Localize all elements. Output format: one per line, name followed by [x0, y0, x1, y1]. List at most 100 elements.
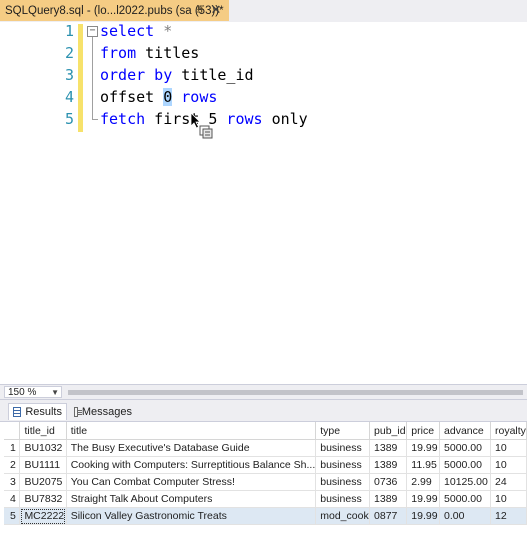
results-table: title_id title type pub_id price advance…: [4, 422, 527, 525]
code-line-2[interactable]: from titles: [100, 44, 199, 62]
table-row[interactable]: 4 BU7832 Straight Talk About Computers b…: [4, 490, 527, 508]
code-text: *: [154, 22, 173, 40]
keyword: rows: [217, 110, 263, 128]
pin-icon[interactable]: ⭿: [193, 3, 207, 17]
table-cell[interactable]: 19.99: [406, 439, 441, 457]
table-row[interactable]: 3 BU2075 You Can Combat Computer Stress!…: [4, 473, 527, 491]
table-cell[interactable]: business: [315, 473, 371, 491]
table-cell[interactable]: 1389: [369, 439, 408, 457]
table-cell[interactable]: BU1032: [19, 439, 67, 457]
code-text: only: [262, 110, 308, 128]
query-tab[interactable]: SQLQuery8.sql - (lo...l2022.pubs (sa (53…: [0, 0, 229, 21]
grid-icon: [13, 407, 22, 417]
table-cell[interactable]: 5000.00: [439, 439, 491, 457]
table-cell[interactable]: business: [315, 456, 371, 474]
change-tracking-bar: [78, 24, 83, 132]
table-cell[interactable]: business: [315, 439, 371, 457]
table-cell[interactable]: 5000.00: [439, 490, 491, 508]
zoom-dropdown[interactable]: 150 % ▼: [4, 386, 62, 398]
column-header[interactable]: advance: [439, 422, 491, 440]
keyword: order by: [100, 66, 173, 84]
table-cell[interactable]: 19.99: [406, 490, 441, 508]
table-cell[interactable]: 19.99: [406, 507, 441, 525]
code-text: offset: [100, 88, 164, 106]
row-number[interactable]: 4: [4, 490, 21, 508]
code-line-1[interactable]: select *: [100, 22, 172, 40]
keyword: select: [100, 22, 155, 40]
keyword: rows: [172, 88, 218, 106]
outline-guide-end: [92, 119, 98, 120]
column-header[interactable]: pub_id: [369, 422, 408, 440]
zoom-bar: 150 % ▼: [0, 384, 527, 400]
row-number[interactable]: 5: [4, 507, 21, 525]
chevron-down-icon: ▼: [51, 388, 59, 397]
results-tab-strip: Results Messages: [0, 400, 527, 422]
table-cell[interactable]: 10125.00: [439, 473, 491, 491]
table-cell[interactable]: 0.00: [439, 507, 491, 525]
code-line-3[interactable]: order by title_id: [100, 66, 254, 84]
table-row[interactable]: 5 MC2222 Silicon Valley Gastronomic Trea…: [4, 507, 527, 525]
tab-messages[interactable]: Messages: [70, 403, 136, 420]
table-cell[interactable]: 0877: [369, 507, 408, 525]
table-cell[interactable]: mod_cook: [315, 507, 371, 525]
table-row[interactable]: 2 BU1111 Cooking with Computers: Surrept…: [4, 456, 527, 474]
query-tab-title: SQLQuery8.sql - (lo...l2022.pubs (sa (53…: [5, 4, 224, 17]
column-header[interactable]: price: [406, 422, 441, 440]
code-text: titles: [136, 44, 200, 62]
column-header[interactable]: type: [315, 422, 371, 440]
row-number[interactable]: 1: [4, 439, 21, 457]
table-cell[interactable]: 10: [490, 456, 527, 474]
column-header[interactable]: royalty: [490, 422, 527, 440]
column-header[interactable]: title_id: [19, 422, 67, 440]
drag-copy-cursor-icon: [190, 112, 213, 139]
column-header[interactable]: [4, 422, 21, 440]
code-text: title_id: [172, 66, 254, 84]
header-row: title_id title type pub_id price advance…: [4, 422, 527, 440]
close-icon[interactable]: ✕: [209, 2, 223, 17]
table-row[interactable]: 1 BU1032 The Busy Executive's Database G…: [4, 439, 527, 457]
table-cell[interactable]: Cooking with Computers: Surreptitious Ba…: [66, 456, 317, 474]
query-editor[interactable]: 1 2 3 4 5 − select * from titles order b…: [0, 22, 527, 383]
tab-results-label: Results: [25, 406, 62, 418]
table-cell[interactable]: Straight Talk About Computers: [66, 490, 317, 508]
table-cell[interactable]: MC2222: [19, 507, 67, 525]
table-cell[interactable]: business: [315, 490, 371, 508]
table-cell[interactable]: BU1111: [19, 456, 67, 474]
table-cell[interactable]: 11.95: [406, 456, 441, 474]
table-cell[interactable]: 24: [490, 473, 527, 491]
line-number: 4: [64, 88, 74, 106]
messages-icon: [74, 406, 82, 417]
tab-messages-label: Messages: [81, 405, 132, 418]
code-text: firs: [145, 110, 191, 128]
horizontal-scrollbar[interactable]: [68, 390, 523, 395]
table-cell[interactable]: 12: [490, 507, 527, 525]
table-cell[interactable]: You Can Combat Computer Stress!: [66, 473, 317, 491]
table-cell[interactable]: 1389: [369, 490, 408, 508]
selected-text: 0: [163, 88, 173, 106]
zoom-value: 150 %: [8, 387, 37, 398]
table-cell[interactable]: BU2075: [19, 473, 67, 491]
keyword: from: [100, 44, 137, 62]
table-cell[interactable]: 1389: [369, 456, 408, 474]
table-cell[interactable]: The Busy Executive's Database Guide: [66, 439, 317, 457]
table-cell[interactable]: BU7832: [19, 490, 67, 508]
table-cell[interactable]: 0736: [369, 473, 408, 491]
line-number: 1: [64, 22, 74, 40]
row-number[interactable]: 2: [4, 456, 21, 474]
tab-results[interactable]: Results: [8, 403, 67, 420]
collapse-toggle-icon[interactable]: −: [87, 26, 98, 37]
results-grid[interactable]: title_id title type pub_id price advance…: [4, 422, 527, 534]
line-number: 3: [64, 66, 74, 84]
table-cell[interactable]: 2.99: [406, 473, 441, 491]
row-number[interactable]: 3: [4, 473, 21, 491]
document-tab-bar: SQLQuery8.sql - (lo...l2022.pubs (sa (53…: [0, 0, 527, 22]
code-line-4[interactable]: offset 0 rows: [100, 88, 217, 106]
table-cell[interactable]: 5000.00: [439, 456, 491, 474]
table-cell[interactable]: 10: [490, 490, 527, 508]
column-header[interactable]: title: [66, 422, 317, 440]
outline-guide: [92, 37, 93, 119]
line-number: 5: [64, 110, 74, 128]
keyword: fetch: [100, 110, 146, 128]
table-cell[interactable]: 10: [490, 439, 527, 457]
table-cell[interactable]: Silicon Valley Gastronomic Treats: [66, 507, 317, 525]
